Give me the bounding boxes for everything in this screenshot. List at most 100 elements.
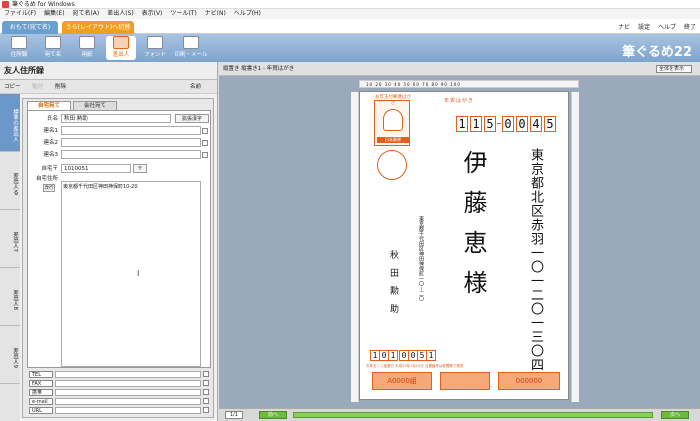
toolbar-paper-button[interactable]: 用紙 (72, 36, 102, 60)
canvas-header: 縦置き 縦書き1 - 年賀はがき 全体を表示 (219, 62, 700, 76)
side-tab-sender-7[interactable]: 差出人7 (0, 210, 20, 268)
joint2-checkbox[interactable] (202, 140, 208, 146)
tab-home[interactable]: 自宅宛て (27, 101, 71, 110)
window-title: 筆ぐるめ for Windows (12, 1, 75, 8)
contact-checkbox[interactable] (203, 389, 209, 395)
contact-input[interactable] (55, 371, 201, 378)
sender-icon (113, 36, 129, 49)
toolbar-print-button[interactable]: 印刷・メール (174, 36, 208, 60)
side-tab-sender-9[interactable]: 差出人9 (0, 326, 20, 384)
layout-breadcrumb: 縦置き 縦書き1 - 年賀はがき (223, 66, 295, 72)
side-tab-default[interactable]: 標準の差出人 (0, 94, 20, 152)
delete-button[interactable]: 削除 (55, 84, 66, 90)
addr-label: 自宅住所 (35, 176, 58, 182)
contact-type-select[interactable]: 携帯 (29, 389, 53, 396)
joint3-input[interactable] (61, 150, 201, 159)
sender-name[interactable]: 秋田勲助 (388, 250, 398, 340)
lottery-picture-icon (440, 372, 490, 390)
menu-address[interactable]: 宛て名(A) (72, 10, 99, 17)
joint3-checkbox[interactable] (202, 152, 208, 158)
joint3-label: 連名3 (43, 152, 59, 158)
font-icon (147, 36, 163, 49)
addressbook-icon (11, 36, 27, 49)
joint1-row: 連名1 (30, 126, 210, 136)
recipient-address[interactable]: 東京都北区赤羽一〇一二〇一三〇四 (528, 148, 543, 398)
recipient-name[interactable]: 伊藤恵様 (459, 150, 487, 360)
name-input[interactable]: 秋田 勲助 (61, 114, 171, 123)
zip-label: 自宅〒 (41, 166, 58, 172)
settings-button[interactable]: 設定 (638, 24, 650, 31)
contact-checkbox[interactable] (203, 371, 209, 377)
contact-input[interactable] (55, 398, 201, 405)
name-column-header: 名前 (189, 84, 201, 90)
joint3-row: 連名3 (30, 150, 210, 160)
brand-logo: 筆ぐるめ22 (622, 45, 692, 60)
tab-address-side[interactable]: おもて(宛て名) (2, 21, 58, 34)
paste-button[interactable]: 貼付 (32, 84, 43, 90)
zip-lookup-button[interactable]: 〒 (133, 164, 147, 173)
help-button[interactable]: ヘルプ (658, 24, 676, 31)
main-toolbar: 住所録 宛て名 用紙 差出人 フォント 印刷・メール 筆ぐるめ22 (0, 34, 700, 62)
zip-digit: 0 (516, 116, 528, 132)
zip-input[interactable]: 1010051 (61, 164, 131, 173)
prev-page-button[interactable]: 前へ (259, 411, 287, 419)
copy-button[interactable]: コピー (4, 84, 21, 90)
postmark-icon (377, 150, 407, 180)
form-body: 氏名 秋田 勲助 拡張漢字 連名1 連名2 連名3 自宅〒 1010051 〒 … (27, 110, 211, 368)
zoom-select[interactable]: 全体を表示 (656, 65, 692, 73)
contact-input[interactable] (55, 380, 201, 387)
address-book-pane: 友人住所録 コピー 貼付 削除 名前 標準の差出人 差出人る 差出人7 差出人8… (0, 62, 218, 421)
toolbar-label: 差出人 (112, 52, 130, 58)
lottery-note: お年玉くじ抽選日 平成29年1月15日 当選番号は新聞等で発表 (366, 364, 464, 368)
address-textarea[interactable]: 東京都千代田区神田神保町10-20 (61, 181, 201, 367)
side-tab-sender[interactable]: 差出人る (0, 152, 20, 210)
form-tabs: 自宅宛て 会社宛て (27, 101, 119, 110)
extended-kanji-button[interactable]: 拡張漢字 (175, 114, 209, 123)
toolbar-label: 住所録 (10, 52, 28, 58)
lottery-number: 000000 (498, 372, 560, 390)
tab-work[interactable]: 会社宛て (73, 101, 117, 110)
contact-type-select[interactable]: FAX (29, 380, 53, 387)
zip-digit: 1 (470, 116, 482, 132)
exit-button[interactable]: 終了 (684, 24, 696, 31)
joint2-row: 連名2 (30, 138, 210, 148)
contact-checkbox[interactable] (203, 407, 209, 413)
joint1-input[interactable] (61, 126, 201, 135)
toolbar-addressbook-button[interactable]: 住所録 (4, 36, 34, 60)
toolbar-font-button[interactable]: フォント (140, 36, 170, 60)
menu-view[interactable]: 表示(V) (142, 10, 163, 17)
page-scrollbar[interactable] (293, 412, 653, 418)
menu-help[interactable]: ヘルプ(H) (234, 10, 261, 17)
contact-checkbox[interactable] (203, 380, 209, 386)
tab-layout-side[interactable]: うら(レイアウト)へ切替 (62, 21, 134, 34)
zip-digit: 5 (544, 116, 556, 132)
toolbar-address-button[interactable]: 宛て名 (38, 36, 68, 60)
right-tools: ナビ 設定 ヘルプ 終了 (612, 22, 696, 31)
contact-type-select[interactable]: TEL (29, 371, 53, 378)
contact-type-select[interactable]: URL (29, 407, 53, 414)
kagami-mochi-icon (383, 109, 403, 131)
sender-side-tabs: 標準の差出人 差出人る 差出人7 差出人8 差出人9 (0, 94, 20, 421)
menu-edit[interactable]: 編集(E) (44, 10, 64, 17)
contact-input[interactable] (55, 407, 201, 414)
joint1-checkbox[interactable] (202, 128, 208, 134)
stamp-caption: 日本郵便 (377, 137, 409, 143)
menu-file[interactable]: ファイル(F) (4, 10, 36, 17)
joint1-label: 連名1 (43, 128, 59, 134)
contact-input[interactable] (55, 389, 201, 396)
side-tab-sender-8[interactable]: 差出人8 (0, 268, 20, 326)
joint2-input[interactable] (61, 138, 201, 147)
menu-navi[interactable]: ナビ(N) (205, 10, 226, 17)
sender-address[interactable]: 東京都千代田区神田神保町一〇－二〇 (418, 216, 424, 336)
next-page-button[interactable]: 次へ (661, 411, 689, 419)
toolbar-sender-button[interactable]: 差出人 (106, 36, 136, 60)
postcard[interactable]: お年玉付郵便はがき 日本郵便 年賀はがき 1 1 5 0 0 4 5 東京都北区… (359, 91, 569, 400)
menu-sender[interactable]: 差出人(S) (107, 10, 134, 17)
navi-button[interactable]: ナビ (618, 24, 630, 31)
newline-button[interactable]: 改行 (43, 184, 55, 192)
contact-checkbox[interactable] (203, 398, 209, 404)
zip-digit: 1 (456, 116, 468, 132)
contact-type-select[interactable]: e-mail (29, 398, 53, 405)
name-row: 氏名 秋田 勲助 拡張漢字 (30, 114, 210, 124)
menu-tools[interactable]: ツール(T) (170, 10, 196, 17)
